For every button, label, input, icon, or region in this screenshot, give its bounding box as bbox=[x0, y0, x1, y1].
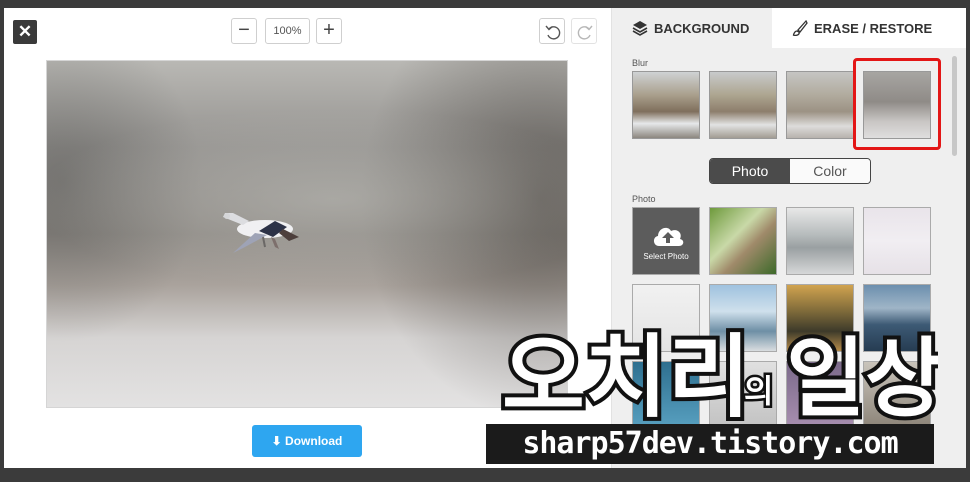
watermark-title: 오치리 의 일상 bbox=[498, 321, 938, 426]
redo-button[interactable] bbox=[571, 18, 597, 44]
select-photo-button[interactable]: Select Photo bbox=[632, 207, 700, 275]
tab-background[interactable]: BACKGROUND bbox=[612, 8, 772, 48]
zoom-out-button[interactable]: − bbox=[231, 18, 257, 44]
download-icon: ⬇ bbox=[271, 434, 282, 448]
close-icon: ✕ bbox=[17, 22, 33, 41]
select-photo-label: Select Photo bbox=[643, 252, 689, 261]
undo-button[interactable] bbox=[539, 18, 565, 44]
download-label: Download bbox=[285, 434, 343, 448]
toggle-color[interactable]: Color bbox=[790, 159, 870, 183]
blur-option-low[interactable] bbox=[709, 71, 777, 139]
photo-option-garden[interactable] bbox=[709, 207, 777, 275]
tab-erase-restore[interactable]: ERASE / RESTORE bbox=[772, 8, 966, 48]
download-button[interactable]: ⬇ Download bbox=[252, 425, 362, 457]
image-canvas[interactable] bbox=[46, 60, 568, 408]
toggle-photo[interactable]: Photo bbox=[710, 159, 790, 183]
duck-subject bbox=[223, 213, 299, 253]
watermark-title-main: 오치리 bbox=[502, 325, 750, 426]
layers-icon bbox=[632, 21, 648, 36]
photo-option-hall[interactable] bbox=[786, 207, 854, 275]
brush-icon bbox=[792, 19, 808, 37]
blur-selected-highlight bbox=[853, 58, 941, 150]
zoom-level: 100% bbox=[265, 18, 310, 44]
undo-icon bbox=[545, 25, 561, 40]
blur-option-medium[interactable] bbox=[786, 71, 854, 139]
watermark-title-end: 일상 bbox=[786, 329, 938, 426]
redo-icon bbox=[577, 25, 593, 40]
blur-section-label: Blur bbox=[632, 58, 649, 68]
blur-option-none[interactable] bbox=[632, 71, 700, 139]
tab-background-label: BACKGROUND bbox=[654, 21, 750, 36]
photo-color-toggle: Photo Color bbox=[709, 158, 871, 184]
photo-option-duck-sky[interactable] bbox=[863, 207, 931, 275]
zoom-in-button[interactable]: + bbox=[316, 18, 342, 44]
watermark-title-particle: 의 bbox=[744, 372, 773, 410]
cloud-upload-icon bbox=[653, 227, 684, 246]
photo-section-label: Photo bbox=[632, 194, 656, 204]
panel-scrollbar[interactable] bbox=[952, 56, 957, 156]
watermark-url: sharp57dev.tistory.com bbox=[486, 424, 934, 464]
close-button[interactable]: ✕ bbox=[13, 20, 37, 44]
tab-erase-label: ERASE / RESTORE bbox=[814, 21, 933, 36]
